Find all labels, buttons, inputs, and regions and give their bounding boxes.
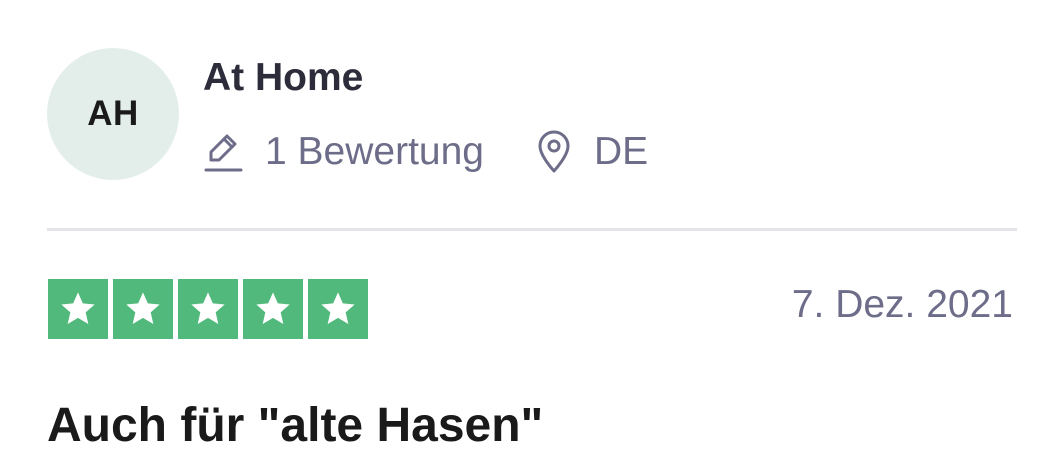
- review-count: 1 Bewertung: [265, 130, 484, 173]
- country: DE: [593, 130, 649, 173]
- star-box: [308, 279, 368, 339]
- country-item: DE: [536, 130, 648, 174]
- star-box: [113, 279, 173, 339]
- star-icon: [191, 292, 225, 324]
- reviewer-name[interactable]: At Home: [203, 56, 363, 100]
- pencil-icon: [203, 130, 243, 174]
- star-icon: [256, 292, 290, 324]
- review-title[interactable]: Auch für "alte Hasen": [47, 398, 543, 453]
- location-pin-icon: [536, 130, 572, 174]
- avatar[interactable]: AH: [47, 48, 179, 180]
- reviewer-meta: 1 Bewertung DE: [203, 126, 648, 178]
- review-count-item: 1 Bewertung: [203, 130, 484, 174]
- star-box: [243, 279, 303, 339]
- star-box: [48, 279, 108, 339]
- divider: [47, 228, 1017, 231]
- avatar-initials: AH: [87, 94, 139, 133]
- star-icon: [126, 292, 160, 324]
- star-box: [178, 279, 238, 339]
- star-rating: [48, 279, 368, 339]
- star-icon: [321, 292, 355, 324]
- star-icon: [61, 292, 95, 324]
- review-date: 7. Dez. 2021: [791, 283, 1013, 326]
